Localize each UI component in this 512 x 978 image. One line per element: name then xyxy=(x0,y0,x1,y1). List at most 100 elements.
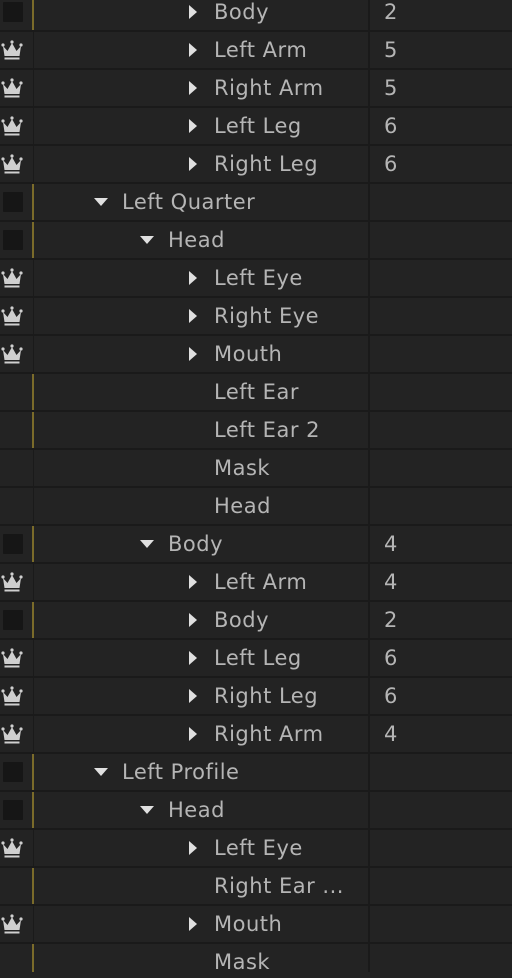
layer-name-cell[interactable]: Left Quarter xyxy=(34,184,368,220)
layer-name[interactable]: Body xyxy=(214,0,269,30)
layer-name-cell[interactable]: Body xyxy=(34,0,368,30)
disclosure-expanded-icon[interactable] xyxy=(94,765,108,779)
disclosure-expanded-icon[interactable] xyxy=(140,233,154,247)
layer-name[interactable]: Left Arm xyxy=(214,32,307,68)
layer-name-cell[interactable]: Head xyxy=(34,488,368,524)
layer-icon-cell[interactable] xyxy=(0,868,32,904)
layer-name-cell[interactable]: Mask xyxy=(34,944,368,972)
layer-name-cell[interactable]: Body xyxy=(34,526,368,562)
layer-name[interactable]: Left Ear xyxy=(214,374,299,410)
layer-box-icon[interactable] xyxy=(3,800,23,820)
disclosure-collapsed-icon[interactable] xyxy=(186,613,200,627)
layer-row[interactable]: Left Quarter xyxy=(0,184,512,222)
layer-icon-cell[interactable] xyxy=(0,488,32,524)
layer-name-cell[interactable]: Left Arm xyxy=(34,564,368,600)
layer-icon-cell[interactable] xyxy=(0,564,32,600)
layer-name[interactable]: Right Leg xyxy=(214,678,318,714)
layer-icon-cell[interactable] xyxy=(0,412,32,448)
layer-row[interactable]: Body 2 xyxy=(0,0,512,32)
layer-icon-cell[interactable] xyxy=(0,70,32,106)
crown-icon[interactable] xyxy=(1,305,23,327)
layer-icon-cell[interactable] xyxy=(0,184,32,220)
layer-name[interactable]: Left Profile xyxy=(122,754,239,790)
disclosure-collapsed-icon[interactable] xyxy=(186,81,200,95)
layer-name[interactable]: Left Eye xyxy=(214,830,303,866)
layer-row[interactable]: Left Arm 4 xyxy=(0,564,512,602)
disclosure-collapsed-icon[interactable] xyxy=(186,43,200,57)
layer-row[interactable]: Right Arm 5 xyxy=(0,70,512,108)
layer-name-cell[interactable]: Right Eye xyxy=(34,298,368,334)
layer-row[interactable]: Mask xyxy=(0,944,512,972)
layer-icon-cell[interactable] xyxy=(0,374,32,410)
disclosure-expanded-icon[interactable] xyxy=(140,537,154,551)
layer-row[interactable]: Right Eye xyxy=(0,298,512,336)
layer-name-cell[interactable]: Head xyxy=(34,792,368,828)
layer-name-cell[interactable]: Right Leg xyxy=(34,146,368,182)
layer-icon-cell[interactable] xyxy=(0,906,32,942)
layer-box-icon[interactable] xyxy=(3,610,23,630)
layer-icon-cell[interactable] xyxy=(0,754,32,790)
layer-icon-cell[interactable] xyxy=(0,336,32,372)
disclosure-collapsed-icon[interactable] xyxy=(186,5,200,19)
disclosure-expanded-icon[interactable] xyxy=(140,803,154,817)
crown-icon[interactable] xyxy=(1,153,23,175)
layer-row[interactable]: Left Leg 6 xyxy=(0,640,512,678)
disclosure-collapsed-icon[interactable] xyxy=(186,651,200,665)
layer-name[interactable]: Mask xyxy=(214,944,270,972)
crown-icon[interactable] xyxy=(1,913,23,935)
layer-name[interactable]: Mouth xyxy=(214,906,282,942)
layer-icon-cell[interactable] xyxy=(0,944,32,972)
layer-name[interactable]: Head xyxy=(168,222,225,258)
layer-icon-cell[interactable] xyxy=(0,526,32,562)
layer-icon-cell[interactable] xyxy=(0,222,32,258)
layer-row[interactable]: Mouth xyxy=(0,906,512,944)
disclosure-collapsed-icon[interactable] xyxy=(186,157,200,171)
layer-name-cell[interactable]: Left Eye xyxy=(34,830,368,866)
layer-name[interactable]: Head xyxy=(214,488,271,524)
layer-name-cell[interactable]: Right Ear ... xyxy=(34,868,368,904)
layer-name[interactable]: Body xyxy=(214,602,269,638)
layer-row[interactable]: Right Arm 4 xyxy=(0,716,512,754)
layer-name[interactable]: Mouth xyxy=(214,336,282,372)
disclosure-collapsed-icon[interactable] xyxy=(186,271,200,285)
layer-row[interactable]: Right Leg 6 xyxy=(0,146,512,184)
layer-icon-cell[interactable] xyxy=(0,640,32,676)
layer-name-cell[interactable]: Mouth xyxy=(34,336,368,372)
layer-row[interactable]: Head xyxy=(0,222,512,260)
crown-icon[interactable] xyxy=(1,571,23,593)
layer-box-icon[interactable] xyxy=(3,534,23,554)
layer-icon-cell[interactable] xyxy=(0,450,32,486)
layer-name-cell[interactable]: Left Profile xyxy=(34,754,368,790)
layer-name[interactable]: Left Ear 2 xyxy=(214,412,320,448)
crown-icon[interactable] xyxy=(1,343,23,365)
layer-icon-cell[interactable] xyxy=(0,32,32,68)
disclosure-collapsed-icon[interactable] xyxy=(186,575,200,589)
layer-name[interactable]: Head xyxy=(168,792,225,828)
layer-row[interactable]: Mouth xyxy=(0,336,512,374)
layer-name-cell[interactable]: Head xyxy=(34,222,368,258)
layer-icon-cell[interactable] xyxy=(0,146,32,182)
layer-name[interactable]: Mask xyxy=(214,450,270,486)
layer-box-icon[interactable] xyxy=(3,230,23,250)
layer-name[interactable]: Body xyxy=(168,526,223,562)
layer-icon-cell[interactable] xyxy=(0,298,32,334)
layer-icon-cell[interactable] xyxy=(0,716,32,752)
layer-row[interactable]: Left Eye xyxy=(0,830,512,868)
layer-row[interactable]: Left Eye xyxy=(0,260,512,298)
layer-box-icon[interactable] xyxy=(3,762,23,782)
layer-name-cell[interactable]: Mask xyxy=(34,450,368,486)
layer-name-cell[interactable]: Mouth xyxy=(34,906,368,942)
layer-name[interactable]: Left Eye xyxy=(214,260,303,296)
layer-row[interactable]: Body 4 xyxy=(0,526,512,564)
layer-row[interactable]: Right Leg 6 xyxy=(0,678,512,716)
layer-name[interactable]: Left Quarter xyxy=(122,184,255,220)
layer-row[interactable]: Left Ear xyxy=(0,374,512,412)
disclosure-collapsed-icon[interactable] xyxy=(186,689,200,703)
layer-name-cell[interactable]: Left Eye xyxy=(34,260,368,296)
disclosure-collapsed-icon[interactable] xyxy=(186,841,200,855)
layer-row[interactable]: Right Ear ... xyxy=(0,868,512,906)
layer-name[interactable]: Left Arm xyxy=(214,564,307,600)
layer-name-cell[interactable]: Body xyxy=(34,602,368,638)
layer-icon-cell[interactable] xyxy=(0,678,32,714)
layer-row[interactable]: Left Arm 5 xyxy=(0,32,512,70)
